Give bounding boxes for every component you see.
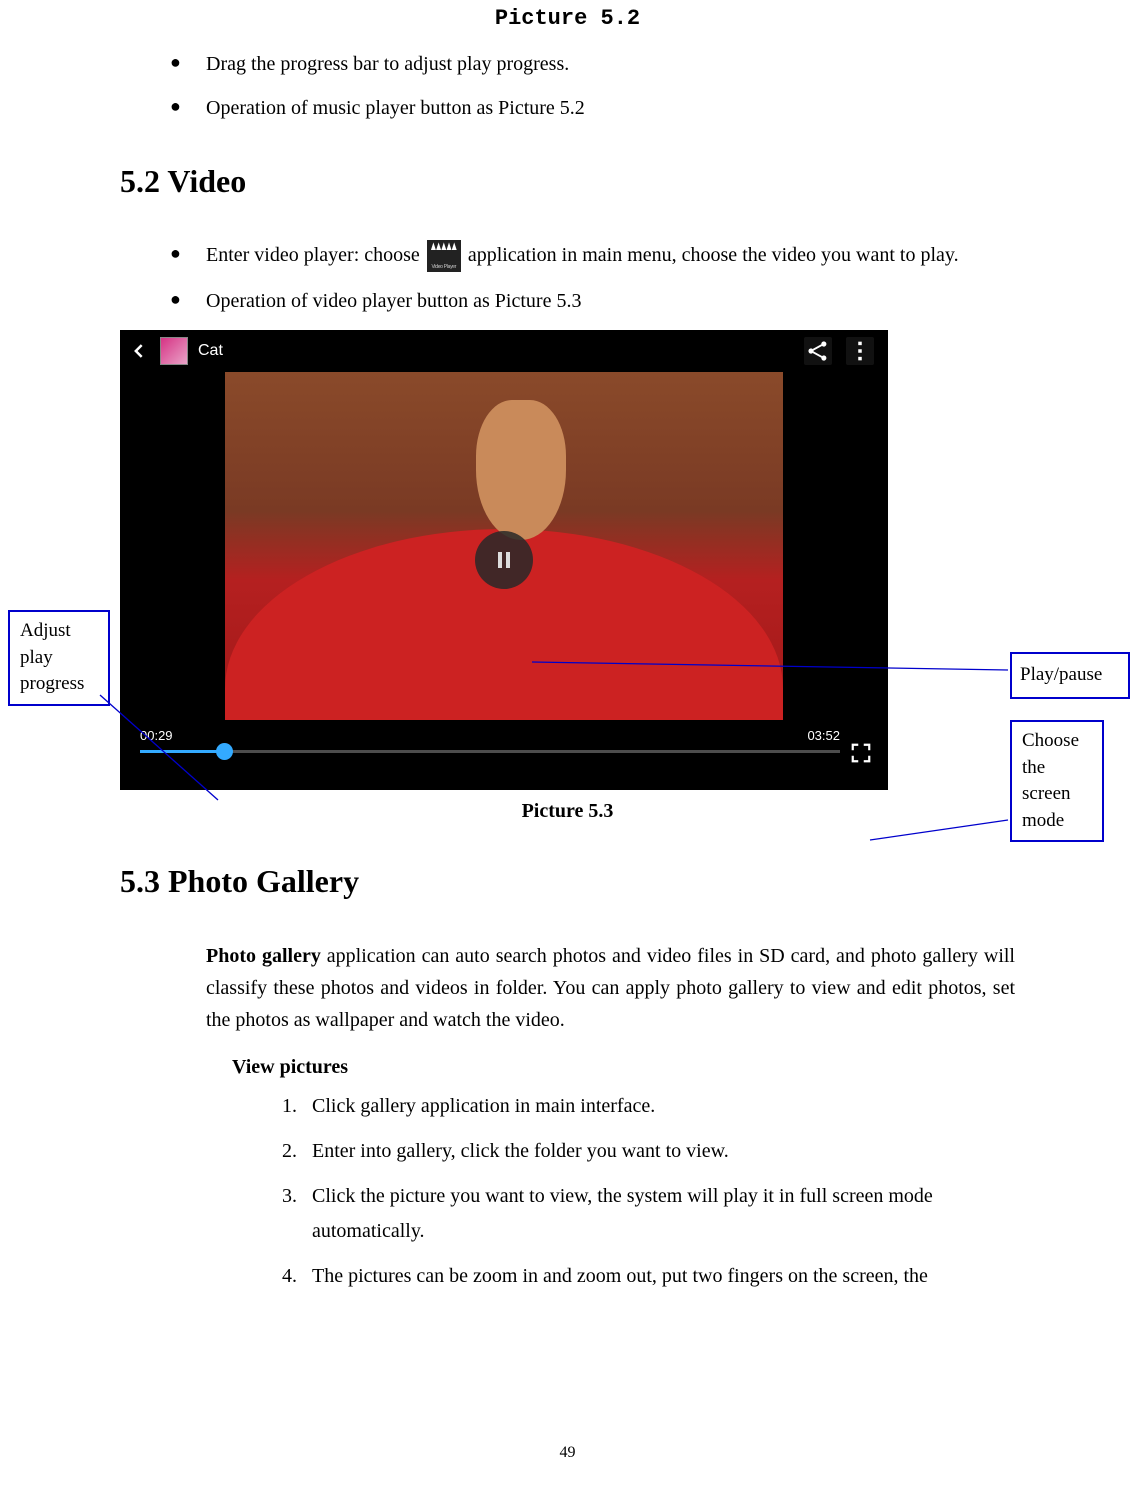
- video-player-screenshot: Cat 00:29 03:52: [120, 330, 888, 790]
- progress-scrubber[interactable]: [216, 743, 233, 760]
- play-pause-button[interactable]: [475, 531, 533, 589]
- time-total: 03:52: [807, 728, 840, 743]
- video-player-app-icon: [427, 240, 461, 272]
- time-current: 00:29: [140, 728, 173, 743]
- heading-5-3-gallery: 5.3 Photo Gallery: [120, 863, 1015, 900]
- video-title: Cat: [198, 342, 223, 360]
- overflow-menu-icon[interactable]: [846, 337, 874, 365]
- callout-adjust-progress: Adjust play progress: [8, 610, 110, 706]
- video-bullet-list: Enter video player: choose application i…: [170, 240, 1015, 316]
- fullscreen-icon[interactable]: [850, 742, 872, 764]
- gallery-para-rest: application can auto search photos and v…: [206, 945, 1015, 1031]
- bullet-enter-video: Enter video player: choose application i…: [170, 240, 1015, 272]
- callout-screen-mode: Choose the screen mode: [1010, 720, 1104, 842]
- bullet-video-op: Operation of video player button as Pict…: [170, 286, 1015, 316]
- video-thumbnail-icon: [160, 337, 188, 365]
- callout-play-pause: Play/pause: [1010, 652, 1130, 699]
- figure-label-5-2: Picture 5.2: [120, 0, 1015, 49]
- view-pictures-steps: Click gallery application in main interf…: [270, 1089, 1015, 1294]
- video-topbar: Cat: [120, 330, 888, 372]
- step-4: The pictures can be zoom in and zoom out…: [302, 1259, 1015, 1294]
- bullet-music-op: Operation of music player button as Pict…: [170, 93, 1015, 123]
- gallery-paragraph: Photo gallery application can auto searc…: [206, 940, 1015, 1036]
- progress-track[interactable]: [140, 750, 840, 753]
- page-number: 49: [0, 1444, 1135, 1462]
- bullet-drag-progress: Drag the progress bar to adjust play pro…: [170, 49, 1015, 79]
- step-2: Enter into gallery, click the folder you…: [302, 1134, 1015, 1169]
- pause-icon: [492, 548, 516, 572]
- text-enter-video-post: application in main menu, choose the vid…: [468, 244, 959, 266]
- top-bullet-list: Drag the progress bar to adjust play pro…: [170, 49, 1015, 123]
- video-bottombar: 00:29 03:52: [120, 726, 888, 772]
- step-1: Click gallery application in main interf…: [302, 1089, 1015, 1124]
- gallery-para-bold: Photo gallery: [206, 945, 321, 967]
- text-enter-video-pre: Enter video player: choose: [206, 244, 425, 266]
- view-pictures-heading: View pictures: [232, 1056, 1015, 1079]
- figure-label-5-3: Picture 5.3: [120, 800, 1015, 823]
- step-3: Click the picture you want to view, the …: [302, 1179, 1015, 1249]
- heading-5-2-video: 5.2 Video: [120, 163, 1015, 200]
- share-icon[interactable]: [804, 337, 832, 365]
- progress-fill: [140, 750, 224, 753]
- back-icon[interactable]: [130, 341, 150, 361]
